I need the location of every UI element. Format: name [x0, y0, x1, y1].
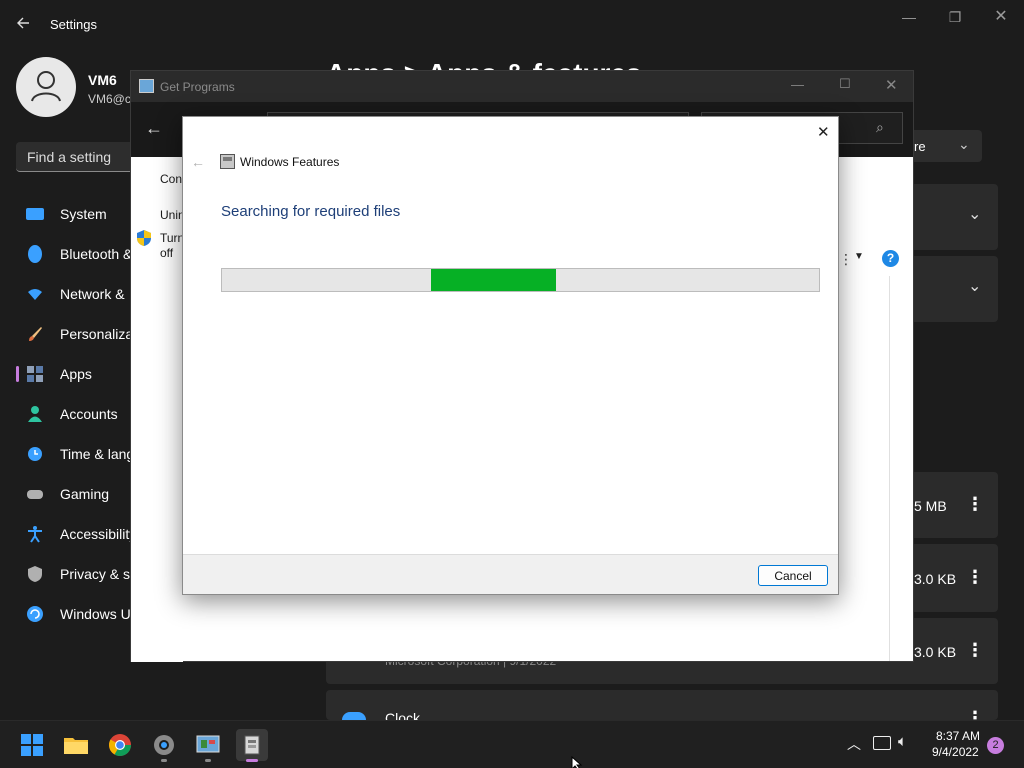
- more-options-icon[interactable]: ⋮: [965, 640, 985, 661]
- window-title: Get Programs: [160, 80, 235, 94]
- dialog-title: Windows Features: [240, 155, 340, 169]
- sidebar-item-label: Accounts: [60, 406, 118, 422]
- control-panel-icon[interactable]: [192, 729, 224, 762]
- control-panel-icon: [139, 79, 154, 93]
- more-options-icon[interactable]: ⋮: [965, 494, 985, 515]
- view-options-icon[interactable]: ⋮: [839, 251, 853, 268]
- search-icon: ⌕: [876, 119, 884, 135]
- shield-icon: [26, 565, 44, 583]
- windows-features-taskbar-icon[interactable]: [236, 729, 268, 762]
- sidebar-link[interactable]: Turn: [160, 231, 184, 245]
- sidebar-item-label: System: [60, 206, 107, 222]
- chevron-up-icon[interactable]: ︿: [847, 734, 861, 754]
- brush-icon: [26, 325, 44, 343]
- accessibility-icon: [26, 525, 44, 543]
- back-arrow-icon[interactable]: [14, 13, 34, 33]
- sidebar-item-label: Apps: [60, 366, 92, 382]
- dialog-footer: Cancel: [183, 554, 838, 594]
- chevron-down-icon: ⌄: [968, 278, 982, 295]
- sidebar-item-label: Privacy & se: [60, 566, 138, 582]
- search-placeholder: Find a setting: [27, 149, 112, 165]
- sidebar-nav: System Bluetooth & Network & Personaliza…: [0, 196, 140, 636]
- wifi-icon: [26, 285, 44, 303]
- system-icon: [26, 208, 44, 220]
- progress-bar: [221, 268, 820, 292]
- app-size: 3.0 KB: [914, 571, 957, 587]
- gamepad-icon: [26, 485, 44, 503]
- close-icon[interactable]: ✕: [817, 123, 830, 141]
- sidebar-item-label: Time & lang: [60, 446, 135, 462]
- running-indicator: [161, 759, 167, 762]
- app-size: 5 MB: [914, 498, 947, 514]
- sidebar-link[interactable]: Unin: [160, 208, 185, 222]
- get-programs-titlebar: Get Programs — ☐ ✕: [131, 71, 913, 102]
- dialog-heading: Searching for required files: [221, 203, 401, 220]
- windows-features-dialog: ✕ ← Windows Features Searching for requi…: [182, 116, 839, 595]
- chevron-down-icon: ⌄: [968, 206, 982, 223]
- back-arrow-icon[interactable]: ←: [191, 154, 205, 170]
- settings-gear-icon[interactable]: [148, 729, 180, 762]
- help-icon[interactable]: ?: [882, 250, 899, 267]
- sidebar-item-label: Accessibility: [60, 526, 137, 542]
- app-row[interactable]: Clock ⋮: [326, 690, 998, 720]
- app-size: 3.0 KB: [914, 644, 957, 660]
- more-dropdown-label: re: [914, 139, 926, 154]
- network-icon[interactable]: [873, 736, 891, 750]
- user-name: VM6: [88, 72, 117, 88]
- filter-card-2[interactable]: ⌄: [900, 256, 998, 322]
- settings-titlebar: Settings — ❐ ✕: [0, 0, 1024, 48]
- cancel-button[interactable]: Cancel: [758, 565, 828, 586]
- maximize-button[interactable]: ☐: [839, 76, 851, 92]
- taskbar: ︿ 🔈︎ 8:37 AM 9/4/2022 2: [0, 720, 1024, 768]
- start-icon[interactable]: [16, 729, 48, 761]
- chrome-icon[interactable]: [104, 729, 136, 761]
- sidebar-link[interactable]: off: [160, 246, 173, 260]
- back-arrow-icon[interactable]: ←: [145, 118, 163, 139]
- more-options-icon[interactable]: ⋮: [965, 567, 985, 588]
- filter-card-1[interactable]: ⌄: [900, 184, 998, 250]
- chevron-down-icon: ⌄: [958, 136, 970, 152]
- running-indicator: [205, 759, 211, 762]
- uac-shield-icon: [137, 230, 151, 246]
- clock-globe-icon: [26, 445, 44, 463]
- maximize-button[interactable]: ❐: [932, 4, 978, 30]
- active-indicator: [246, 759, 258, 762]
- update-icon: [26, 605, 44, 623]
- scrollbar-divider: [889, 276, 890, 661]
- more-options-icon[interactable]: ⋮: [965, 708, 985, 720]
- sidebar-item-label: Windows U: [60, 606, 131, 622]
- dropdown-arrow-icon[interactable]: ▼: [854, 251, 864, 262]
- sidebar-item-label: Network &: [60, 286, 125, 302]
- avatar[interactable]: [16, 57, 76, 117]
- minimize-button[interactable]: —: [791, 77, 804, 92]
- notification-badge[interactable]: 2: [987, 737, 1004, 754]
- bluetooth-icon: [28, 245, 42, 263]
- volume-icon[interactable]: 🔈︎: [898, 733, 907, 750]
- control-panel-sidebar: Cont Unin Turn off: [131, 157, 185, 662]
- apps-icon: [26, 365, 44, 383]
- minimize-button[interactable]: —: [886, 4, 932, 30]
- clock-app-icon: [342, 712, 366, 720]
- sidebar-item-label: Gaming: [60, 486, 110, 502]
- sidebar-item-label: Bluetooth &: [60, 246, 133, 262]
- toolbar-right: ⋮ ▼ ?: [839, 250, 909, 271]
- selected-indicator: [16, 366, 19, 382]
- person-icon: [26, 405, 44, 423]
- app-name: Clock: [385, 710, 421, 720]
- clock-date[interactable]: 9/4/2022: [932, 745, 979, 759]
- user-email: VM6@c: [88, 92, 131, 106]
- file-explorer-icon[interactable]: [60, 729, 92, 761]
- progress-fill: [431, 269, 556, 291]
- clock-time[interactable]: 8:37 AM: [936, 729, 980, 743]
- close-button[interactable]: ✕: [885, 76, 898, 94]
- settings-search-input[interactable]: Find a setting: [16, 142, 136, 172]
- settings-title: Settings: [50, 17, 97, 32]
- sidebar-item-label: Personaliza: [60, 326, 134, 342]
- close-button[interactable]: ✕: [978, 4, 1024, 30]
- windows-features-icon: [220, 154, 235, 169]
- mouse-cursor-icon: [571, 755, 583, 768]
